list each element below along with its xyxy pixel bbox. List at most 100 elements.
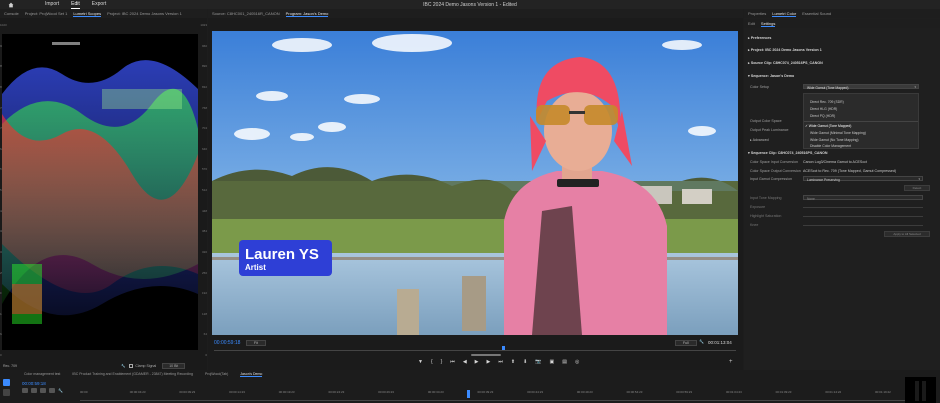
section-sequence[interactable]: ▾ Sequence: Jason's Demo <box>748 74 794 78</box>
marker-icon[interactable]: ▼ <box>418 359 423 365</box>
exposure-slider[interactable] <box>803 207 923 208</box>
apply-to-all-button[interactable]: Apply to All Selected <box>884 231 930 237</box>
subtab-settings[interactable]: Settings <box>760 21 776 27</box>
tab-source-monitor[interactable]: Source: C8HC001_240516R_CANON <box>212 11 280 16</box>
comparison-icon[interactable]: ▣ <box>550 359 555 365</box>
lumetri-color-panel: Properties Lumetri Color Essential Sound… <box>744 9 940 370</box>
option-wide-gamut-tone-mapped[interactable]: ✓ Wide Gamut (Tone Mapped) <box>805 124 851 128</box>
step-forward-icon[interactable]: ▶ <box>487 359 491 365</box>
nav-export[interactable]: Export <box>92 1 106 8</box>
timeline-ruler[interactable]: 00:00 00:00:04:23 00:00:09:23 00:00:14:23 00… <box>80 390 905 398</box>
ruler-label: 00:00:24:23 <box>328 390 345 394</box>
video-frame[interactable] <box>212 31 738 335</box>
workspace-nav: Import Edit Export <box>45 1 106 9</box>
output-conversion-label: Color Space Output Conversion <box>750 169 801 173</box>
out-point-icon[interactable]: } <box>441 359 443 365</box>
knee-slider[interactable] <box>803 225 923 226</box>
playhead[interactable] <box>502 346 505 350</box>
nav-import[interactable]: Import <box>45 1 59 8</box>
scope-tick-label: 960 <box>201 43 207 48</box>
meter-bar-right <box>922 381 926 401</box>
gamut-compression-select[interactable]: Luminance Preserving ▾ <box>803 176 923 182</box>
proxy-icon[interactable]: ▤ <box>562 359 567 365</box>
tab-program-monitor[interactable]: Program: Jason's Demo <box>285 11 329 17</box>
exposure-label: Exposure <box>750 205 766 209</box>
zoom-select[interactable]: Fit <box>246 340 266 346</box>
window-title: IBC 2024 Demo Jasons Version 1 - Edited <box>423 2 517 8</box>
tab-color-management-test[interactable]: Color management test <box>24 372 60 376</box>
step-back-icon[interactable]: ◀ <box>463 359 467 365</box>
play-icon[interactable]: ▶ <box>475 359 479 365</box>
tab-console[interactable]: Console <box>4 11 19 16</box>
option-wide-gamut-minimal[interactable]: Wide Gamut (Minimal Tone Mapping) <box>810 131 866 135</box>
section-project[interactable]: ▸ Project: IBC 2024 Demo Jasons Version … <box>748 48 822 52</box>
current-timecode[interactable]: 00:00:59:18 <box>214 340 240 346</box>
ruler-label: 00:00:29:23 <box>378 390 394 394</box>
rgb-parade-waveform <box>2 34 198 350</box>
tab-properties[interactable]: Properties <box>748 11 766 16</box>
wrench-icon[interactable]: 🔧 <box>121 364 125 368</box>
subtab-edit[interactable]: Edit <box>748 21 755 26</box>
vr-icon[interactable]: ◎ <box>575 359 579 365</box>
color-setup-label: Color Setup <box>750 85 769 89</box>
tab-project-ibc[interactable]: Project: IBC 2024 Demo Jasons Version 1 <box>107 11 182 16</box>
add-marker-icon[interactable] <box>49 388 55 393</box>
section-source-clip[interactable]: ▸ Source Clip: C8HC074_240516PS_CANON <box>748 61 823 65</box>
input-tone-mapping-select[interactable]: None <box>803 195 923 201</box>
detect-button[interactable]: Detect <box>904 185 930 191</box>
add-button-icon[interactable]: + <box>729 359 733 365</box>
in-point-icon[interactable]: { <box>431 359 433 365</box>
track-select-tool-icon[interactable] <box>3 389 10 396</box>
section-sequence-clip[interactable]: ▾ Sequence Clip: C8HC074_240516PS_CANON <box>748 151 828 155</box>
selection-tool-icon[interactable] <box>3 379 10 386</box>
snap-icon[interactable] <box>31 388 37 393</box>
option-direct-pq[interactable]: Direct PQ (HDR) <box>810 114 835 118</box>
tab-lumetri-scopes[interactable]: Lumetri Scopes <box>73 11 102 17</box>
input-conversion-label: Color Space Input Conversion <box>750 160 798 164</box>
highlight-saturation-slider[interactable] <box>803 216 923 217</box>
go-to-in-icon[interactable]: ⏮ <box>450 359 455 365</box>
timeline-playhead[interactable] <box>467 390 470 398</box>
sequence-label: Sequence: Jason's Demo <box>750 74 795 78</box>
preferences-label: Preferences <box>750 36 772 40</box>
viewer-tabs: Source: C8HC001_240516R_CANON Program: J… <box>208 9 743 18</box>
ruler-label: 00:01:19:22 <box>875 390 891 394</box>
gamut-compression-label: Input Gamut Compression <box>750 177 792 181</box>
color-setup-select[interactable]: Wide Gamut (Tone Mapped) ▾ <box>803 84 919 90</box>
option-wide-gamut-no-tone[interactable]: Wide Gamut (No Tone Mapping) <box>810 138 859 142</box>
option-direct-rec709[interactable]: Direct Rec. 709 (SDR) <box>810 100 844 104</box>
clamp-signal-checkbox[interactable] <box>129 364 134 368</box>
scope-tick-label: 1023 <box>0 23 7 27</box>
zoom-scrollbar[interactable] <box>471 354 501 356</box>
section-advanced[interactable]: ▸ Advanced <box>750 138 769 142</box>
timeline-panel: Color management test IBC Product Traini… <box>0 370 940 403</box>
timeline-settings-icon[interactable]: 🔧 <box>58 388 64 393</box>
lumetri-scopes-panel: Console Project: ProjWood Set 1 Lumetri … <box>0 9 207 370</box>
tab-jasons-demo[interactable]: Jason's Demo <box>240 372 263 377</box>
export-frame-icon[interactable]: 📷 <box>535 359 541 365</box>
bit-depth-select[interactable]: 10 Bit <box>162 363 186 369</box>
home-icon[interactable] <box>8 2 14 8</box>
quality-select[interactable]: Full <box>675 340 697 346</box>
option-direct-hlg[interactable]: Direct HLG (HDR) <box>810 107 837 111</box>
tab-lumetri-color[interactable]: Lumetri Color <box>772 11 797 17</box>
nav-edit[interactable]: Edit <box>71 1 80 9</box>
timeline-timecode[interactable]: 00:00:59:18 <box>22 381 46 386</box>
wrench-icon[interactable]: 🔧 <box>699 339 704 344</box>
output-peak-luminance-label: Output Peak Luminance <box>750 128 789 132</box>
scope-tick-label: 704 <box>201 126 207 131</box>
ruler-label: 00:00:54:23 <box>626 390 643 394</box>
tab-project-projwood[interactable]: Project: ProjWood Set 1 <box>25 11 68 16</box>
tab-ibc-training[interactable]: IBC Product Training and Enablement (GDA… <box>72 372 193 376</box>
linked-selection-icon[interactable] <box>40 388 46 393</box>
extract-icon[interactable]: ⬇ <box>523 359 527 365</box>
scope-tick-label: 576 <box>201 167 207 172</box>
tab-essential-sound[interactable]: Essential Sound <box>802 11 831 16</box>
section-preferences[interactable]: ▸ Preferences <box>748 36 771 40</box>
go-to-out-icon[interactable]: ⏭ <box>498 359 503 365</box>
insert-sequence-icon[interactable] <box>22 388 28 393</box>
option-disable-color-management[interactable]: Disable Color Management <box>810 144 851 148</box>
mini-timeline[interactable] <box>214 348 736 351</box>
tab-projwood[interactable]: ProjWood(Tab) <box>205 372 228 376</box>
lift-icon[interactable]: ⬆ <box>511 359 515 365</box>
